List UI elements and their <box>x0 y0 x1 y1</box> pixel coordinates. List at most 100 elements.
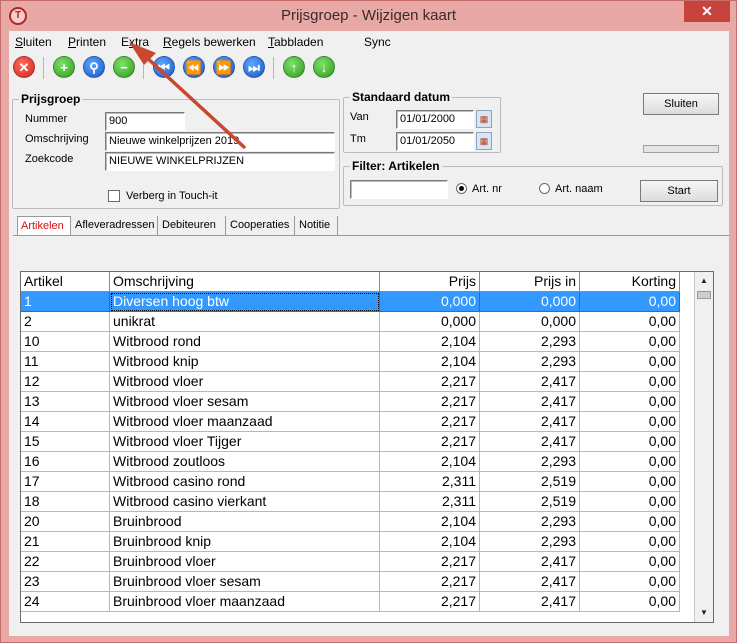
table-cell[interactable]: 0,000 <box>380 312 480 332</box>
table-cell[interactable]: 2,104 <box>380 332 480 352</box>
menu-printen[interactable]: Printen <box>68 35 106 49</box>
table-cell[interactable]: 2,104 <box>380 512 480 532</box>
table-cell[interactable]: 2,293 <box>480 452 580 472</box>
table-row[interactable]: 10 Witbrood rond 2,104 2,293 0,00 <box>21 332 713 352</box>
table-cell[interactable]: 0,000 <box>480 292 580 312</box>
table-cell[interactable]: 2 <box>21 312 110 332</box>
table-cell[interactable]: 2,217 <box>380 432 480 452</box>
table-cell[interactable]: 10 <box>21 332 110 352</box>
table-cell[interactable]: 1 <box>21 292 110 312</box>
table-cell[interactable]: 12 <box>21 372 110 392</box>
table-cell[interactable]: 2,417 <box>480 392 580 412</box>
previous-record-icon[interactable]: ⏪ <box>183 56 205 78</box>
column-header-prijs-in[interactable]: Prijs in <box>480 272 580 292</box>
table-cell[interactable]: Witbrood vloer Tijger <box>110 432 380 452</box>
move-up-icon[interactable]: ↑ <box>283 56 305 78</box>
van-date-field[interactable]: 01/01/2000 <box>396 110 474 129</box>
table-cell[interactable]: 0,00 <box>580 572 680 592</box>
first-record-icon[interactable]: ⏮ <box>153 56 175 78</box>
table-cell[interactable]: 20 <box>21 512 110 532</box>
table-cell[interactable]: 2,519 <box>480 492 580 512</box>
table-cell[interactable]: 2,417 <box>480 372 580 392</box>
column-header-prijs[interactable]: Prijs <box>380 272 480 292</box>
table-cell[interactable]: 0,00 <box>580 392 680 412</box>
table-cell[interactable]: 2,104 <box>380 352 480 372</box>
table-cell[interactable]: 2,217 <box>380 572 480 592</box>
table-cell[interactable]: 2,417 <box>480 432 580 452</box>
menu-sync[interactable]: Sync <box>364 35 391 49</box>
menu-sluiten[interactable]: Sluiten <box>15 35 52 49</box>
table-cell[interactable]: 2,104 <box>380 452 480 472</box>
tab-notitie[interactable]: Notitie <box>296 216 338 236</box>
move-down-icon[interactable]: ↓ <box>313 56 335 78</box>
table-cell[interactable]: 0,00 <box>580 332 680 352</box>
zoekcode-field[interactable]: NIEUWE WINKELPRIJZEN <box>105 152 335 171</box>
table-cell[interactable]: 2,311 <box>380 492 480 512</box>
table-cell[interactable]: 2,417 <box>480 552 580 572</box>
table-row[interactable]: 1 Diversen hoog btw 0,000 0,000 0,00 <box>21 292 713 312</box>
table-row[interactable]: 12 Witbrood vloer 2,217 2,417 0,00 <box>21 372 713 392</box>
table-row[interactable]: 18 Witbrood casino vierkant 2,311 2,519 0,00 <box>21 492 713 512</box>
table-cell[interactable]: 16 <box>21 452 110 472</box>
scroll-down-icon[interactable]: ▼ <box>695 604 713 621</box>
table-cell[interactable]: 0,000 <box>380 292 480 312</box>
table-cell[interactable]: 0,00 <box>580 312 680 332</box>
sluiten-button[interactable]: Sluiten <box>643 93 719 115</box>
table-cell[interactable]: 0,00 <box>580 352 680 372</box>
table-cell[interactable]: 2,217 <box>380 372 480 392</box>
table-cell[interactable]: 0,00 <box>580 492 680 512</box>
tab-artikelen[interactable]: Artikelen <box>17 216 71 237</box>
table-cell[interactable]: 2,519 <box>480 472 580 492</box>
search-icon[interactable]: ⚲ <box>83 56 105 78</box>
table-cell[interactable]: 0,00 <box>580 432 680 452</box>
table-cell[interactable]: Witbrood vloer sesam <box>110 392 380 412</box>
table-cell[interactable]: 13 <box>21 392 110 412</box>
table-row[interactable]: 21 Bruinbrood knip 2,104 2,293 0,00 <box>21 532 713 552</box>
table-cell[interactable]: 2,311 <box>380 472 480 492</box>
table-cell[interactable]: Witbrood zoutloos <box>110 452 380 472</box>
table-cell[interactable]: 24 <box>21 592 110 612</box>
menu-tabbladen[interactable]: Tabbladen <box>268 35 323 49</box>
table-row[interactable]: 13 Witbrood vloer sesam 2,217 2,417 0,00 <box>21 392 713 412</box>
menu-regels-bewerken[interactable]: Regels bewerken <box>163 35 256 49</box>
table-cell[interactable]: 2,217 <box>380 552 480 572</box>
start-button[interactable]: Start <box>640 180 718 202</box>
table-cell[interactable]: 22 <box>21 552 110 572</box>
table-cell[interactable]: unikrat <box>110 312 380 332</box>
table-cell[interactable]: 0,000 <box>480 312 580 332</box>
table-cell[interactable]: 0,00 <box>580 532 680 552</box>
table-row[interactable]: 16 Witbrood zoutloos 2,104 2,293 0,00 <box>21 452 713 472</box>
table-cell[interactable]: Witbrood casino vierkant <box>110 492 380 512</box>
table-row[interactable]: 11 Witbrood knip 2,104 2,293 0,00 <box>21 352 713 372</box>
table-cell[interactable]: 14 <box>21 412 110 432</box>
menu-extra[interactable]: Extra <box>121 35 149 49</box>
table-cell[interactable]: 2,293 <box>480 332 580 352</box>
table-cell[interactable]: 0,00 <box>580 472 680 492</box>
table-cell[interactable]: 0,00 <box>580 372 680 392</box>
table-row[interactable]: 15 Witbrood vloer Tijger 2,217 2,417 0,00 <box>21 432 713 452</box>
artnr-radio[interactable] <box>456 183 467 194</box>
table-cell[interactable]: 23 <box>21 572 110 592</box>
table-cell[interactable]: 11 <box>21 352 110 372</box>
table-cell[interactable]: 17 <box>21 472 110 492</box>
table-cell[interactable]: Witbrood rond <box>110 332 380 352</box>
table-cell[interactable]: 2,217 <box>380 392 480 412</box>
table-cell[interactable]: Bruinbrood vloer sesam <box>110 572 380 592</box>
tab-debiteuren[interactable]: Debiteuren <box>159 216 226 236</box>
table-cell[interactable]: Witbrood casino rond <box>110 472 380 492</box>
table-cell[interactable]: Bruinbrood knip <box>110 532 380 552</box>
add-icon[interactable]: + <box>53 56 75 78</box>
table-cell[interactable]: 0,00 <box>580 292 680 312</box>
table-row[interactable]: 2 unikrat 0,000 0,000 0,00 <box>21 312 713 332</box>
table-row[interactable]: 14 Witbrood vloer maanzaad 2,217 2,417 0,00 <box>21 412 713 432</box>
tab-cooperaties[interactable]: Cooperaties <box>227 216 295 236</box>
scroll-thumb[interactable] <box>697 291 711 299</box>
filter-input[interactable] <box>350 180 448 199</box>
table-row[interactable]: 20 Bruinbrood 2,104 2,293 0,00 <box>21 512 713 532</box>
close-record-icon[interactable]: ✕ <box>13 56 35 78</box>
column-header-omschrijving[interactable]: Omschrijving <box>110 272 380 292</box>
table-cell[interactable]: 15 <box>21 432 110 452</box>
table-cell[interactable]: 2,104 <box>380 532 480 552</box>
artnaam-radio[interactable] <box>539 183 550 194</box>
nummer-field[interactable]: 900 <box>105 112 185 131</box>
